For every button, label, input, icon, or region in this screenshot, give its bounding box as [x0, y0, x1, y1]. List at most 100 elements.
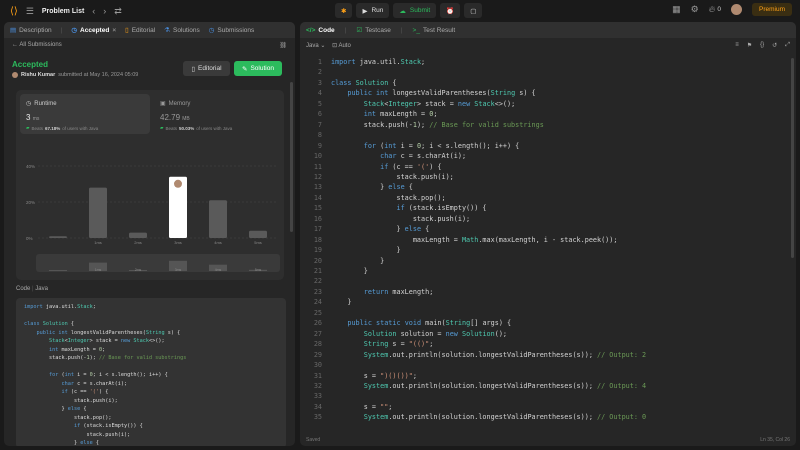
- next-icon[interactable]: ›: [103, 6, 106, 16]
- code-line[interactable]: 16 stack.push(i);: [300, 215, 796, 225]
- code-line[interactable]: 20 }: [300, 257, 796, 267]
- overview-tick-label: 1ms: [95, 268, 102, 272]
- tab-description[interactable]: ▤ Description: [10, 26, 52, 35]
- code-line[interactable]: 9 for (int i = 0; i < s.length(); i++) {: [300, 142, 796, 152]
- tab-test-result[interactable]: >_ Test Result: [413, 27, 456, 34]
- premium-button[interactable]: Premium: [751, 3, 792, 16]
- line-number: 31: [313, 371, 322, 380]
- close-icon[interactable]: ×: [112, 27, 116, 34]
- layout-icon[interactable]: ▦: [672, 4, 681, 15]
- code-line[interactable]: 17 } else {: [300, 225, 796, 235]
- tab-code[interactable]: </> Code: [306, 27, 335, 34]
- code-line[interactable]: 30: [300, 361, 796, 371]
- code-line[interactable]: 24 }: [300, 298, 796, 308]
- reset-icon[interactable]: ↺: [772, 42, 777, 49]
- code-line[interactable]: 18 maxLength = Math.max(maxLength, i - s…: [300, 236, 796, 246]
- line-number: 27: [313, 329, 322, 338]
- braces-icon[interactable]: {}: [760, 42, 764, 49]
- code-line[interactable]: 19 }: [300, 246, 796, 256]
- problem-list-link[interactable]: Problem List: [42, 8, 84, 15]
- avatar[interactable]: [730, 4, 742, 15]
- code-line[interactable]: 22: [300, 277, 796, 287]
- code-line[interactable]: 4 public int longestValidParentheses(Str…: [300, 89, 796, 99]
- timer-button[interactable]: ⏰: [440, 3, 461, 18]
- bar[interactable]: [129, 232, 147, 238]
- code-line[interactable]: 33: [300, 392, 796, 402]
- code-line[interactable]: 6 int maxLength = 0;: [300, 110, 796, 120]
- tab-testcase[interactable]: ☑ Testcase: [356, 26, 390, 35]
- note-icon: ▢: [470, 7, 477, 15]
- submission-subheader: ← All Submissions ⛓: [4, 38, 295, 52]
- x-tick-label: 4ms: [214, 240, 222, 245]
- editorial-button[interactable]: ▯ Editorial: [183, 61, 230, 76]
- auto-mode[interactable]: ⊡ Auto: [332, 43, 351, 49]
- code-line[interactable]: 31 s = ")()())";: [300, 372, 796, 382]
- solution-button[interactable]: ✎ Solution: [234, 61, 282, 76]
- line-content: s = "";: [331, 402, 393, 411]
- code-line[interactable]: 26 public static void main(String[] args…: [300, 319, 796, 329]
- tab-submissions[interactable]: ◷ Submissions: [209, 26, 255, 35]
- code-line[interactable]: 2: [300, 68, 796, 78]
- code-line[interactable]: 7 stack.push(-1); // Base for valid subs…: [300, 121, 796, 131]
- chart-overview-strip[interactable]: [36, 254, 280, 272]
- tab-editorial[interactable]: ▯ Editorial: [125, 26, 155, 35]
- logo-icon[interactable]: ⟨⟩: [10, 6, 18, 17]
- code-line[interactable]: 27 Solution solution = new Solution();: [300, 330, 796, 340]
- code-editor[interactable]: 1 import java.util.Stack; 2 3 class Solution…: [300, 54, 796, 434]
- code-line[interactable]: 29 System.out.println(solution.longestVa…: [300, 351, 796, 361]
- code-line[interactable]: 15 if (stack.isEmpty()) {: [300, 204, 796, 214]
- shuffle-icon[interactable]: ⇄: [114, 6, 122, 17]
- left-scrollbar[interactable]: [290, 82, 293, 232]
- debug-button[interactable]: ✱: [335, 3, 353, 18]
- settings-icon[interactable]: ⚙: [691, 4, 699, 15]
- line-number: 25: [313, 308, 322, 317]
- bookmark-icon[interactable]: ⚑: [747, 42, 752, 49]
- code-line[interactable]: 5 Stack<Integer> stack = new Stack<>();: [300, 100, 796, 110]
- code-line[interactable]: 11 if (c == '(') {: [300, 163, 796, 173]
- checkbox-icon: ☑: [356, 27, 363, 34]
- all-submissions-link[interactable]: ← All Submissions: [12, 42, 62, 48]
- bar[interactable]: [209, 200, 227, 238]
- list-icon[interactable]: ☰: [26, 6, 34, 17]
- prev-icon[interactable]: ‹: [92, 6, 95, 16]
- left-tab-bar: ▤ Description | ◷ Accepted × ▯ Editorial ⚗ So…: [4, 22, 295, 38]
- code-line[interactable]: 23 return maxLength;: [300, 288, 796, 298]
- runtime-distribution-chart[interactable]: 40% 20% 0% 1ms 2ms 3ms 4ms 5ms 1ms 2ms 3ms 4ms 5ms: [16, 90, 284, 280]
- overview-tick-label: 5ms: [255, 268, 262, 272]
- submit-button[interactable]: ☁ Submit: [393, 3, 437, 18]
- code-line[interactable]: 1 import java.util.Stack;: [300, 58, 796, 68]
- code-line[interactable]: 28 String s = "(()";: [300, 340, 796, 350]
- bar[interactable]: [49, 236, 67, 238]
- code-line[interactable]: 14 stack.pop();: [300, 194, 796, 204]
- overview-bar: [49, 270, 67, 271]
- x-tick-label: 5ms: [254, 240, 262, 245]
- code-line[interactable]: 35 System.out.println(solution.longestVa…: [300, 413, 796, 423]
- tab-accepted[interactable]: ◷ Accepted ×: [71, 26, 116, 35]
- code-line[interactable]: 8: [300, 131, 796, 141]
- bar[interactable]: [249, 230, 267, 238]
- code-line[interactable]: 21 }: [300, 267, 796, 277]
- line-number: 28: [313, 340, 322, 349]
- language-select[interactable]: Java ⌄: [306, 43, 325, 49]
- streak-icon[interactable]: 🔥︎: [709, 4, 716, 15]
- notes-button[interactable]: ▢: [464, 3, 483, 18]
- link-icon[interactable]: ⛓: [279, 42, 287, 49]
- code-line[interactable]: 12 stack.push(i);: [300, 173, 796, 183]
- bar[interactable]: [89, 187, 107, 238]
- run-button[interactable]: ▶ Run: [356, 3, 390, 18]
- code-line[interactable]: 10 char c = s.charAt(i);: [300, 152, 796, 162]
- code-line: } else {: [24, 406, 87, 412]
- code-line[interactable]: 13 } else {: [300, 183, 796, 193]
- code-line[interactable]: 25: [300, 309, 796, 319]
- menu-icon[interactable]: ≡: [735, 42, 739, 49]
- code-line[interactable]: 32 System.out.println(solution.longestVa…: [300, 382, 796, 392]
- code-line[interactable]: 3 class Solution {: [300, 79, 796, 89]
- history-icon: ◷: [71, 27, 78, 34]
- line-content: for (int i = 0; i < s.length(); i++) {: [363, 141, 520, 150]
- expand-icon[interactable]: ⤢: [785, 42, 790, 49]
- tab-solutions[interactable]: ⚗ Solutions: [164, 26, 200, 35]
- author-name[interactable]: Rishu Kumar: [21, 72, 55, 78]
- editor-scrollbar[interactable]: [791, 58, 794, 258]
- line-content: import java.util.Stack;: [331, 58, 426, 66]
- code-line[interactable]: 34 s = "";: [300, 403, 796, 413]
